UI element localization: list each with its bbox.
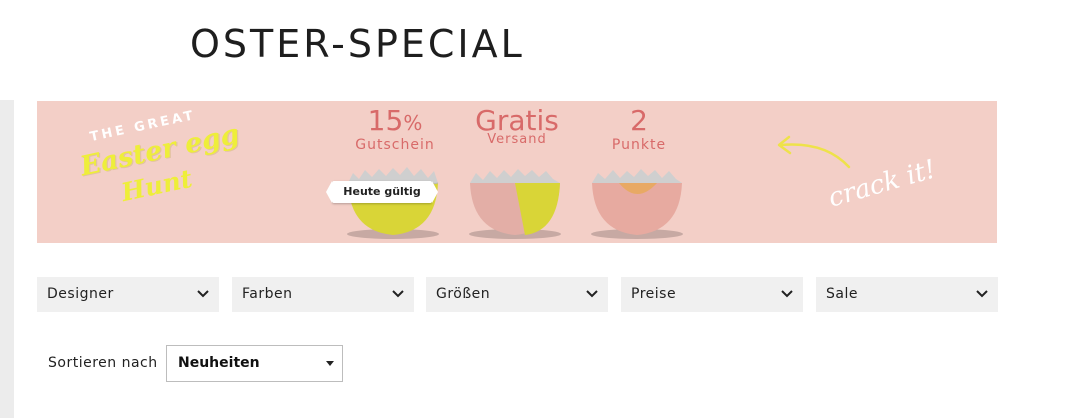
sort-select[interactable]: Neuheiten (166, 345, 343, 382)
curved-arrow-icon (777, 135, 851, 169)
filter-sale-label: Sale (826, 286, 858, 302)
sort-selected-value: Neuheiten (178, 355, 260, 371)
easter-egg-hunt-banner[interactable]: THE GREAT Easter egg Hunt 15% Gutschein … (37, 101, 997, 243)
filter-bar: Designer Farben Größen Preise Sale (37, 277, 998, 312)
egg-free-shipping[interactable]: Gratis Versand (452, 101, 582, 243)
egg-voucher-amount: 15% (367, 104, 423, 137)
chevron-down-icon (976, 290, 988, 298)
left-rail (0, 100, 14, 418)
pink-yellow-egg-icon (469, 169, 561, 239)
filter-designer-label: Designer (47, 286, 114, 302)
page: OSTER-SPECIAL THE GREAT Easter egg Hunt … (0, 0, 1073, 418)
filter-sizes-dropdown[interactable]: Größen (426, 277, 608, 312)
chevron-down-icon (197, 290, 209, 298)
valid-today-badge: Heute gültig (326, 181, 438, 203)
egg-free-shipping-label: Versand (487, 132, 547, 147)
filter-colors-label: Farben (242, 286, 293, 302)
pink-orange-egg-icon (591, 169, 683, 239)
egg-points[interactable]: 2 Punkte (574, 101, 704, 243)
filter-colors-dropdown[interactable]: Farben (232, 277, 414, 312)
egg-voucher-label: Gutschein (355, 137, 435, 153)
sort-label: Sortieren nach (48, 355, 158, 371)
chevron-down-icon (781, 290, 793, 298)
filter-prices-label: Preise (631, 286, 677, 302)
filter-designer-dropdown[interactable]: Designer (37, 277, 219, 312)
filter-sizes-label: Größen (436, 286, 491, 302)
easter-egg-hunt-logo: THE GREAT Easter egg Hunt (77, 105, 242, 215)
egg-voucher[interactable]: 15% Gutschein Heute gültig (326, 101, 460, 243)
egg-points-amount: 2 (630, 104, 648, 137)
chevron-down-icon (586, 290, 598, 298)
filter-prices-dropdown[interactable]: Preise (621, 277, 803, 312)
caret-down-icon (326, 361, 334, 366)
egg-points-label: Punkte (611, 137, 667, 153)
chevron-down-icon (392, 290, 404, 298)
filter-sale-dropdown[interactable]: Sale (816, 277, 998, 312)
page-title: OSTER-SPECIAL (190, 22, 525, 66)
